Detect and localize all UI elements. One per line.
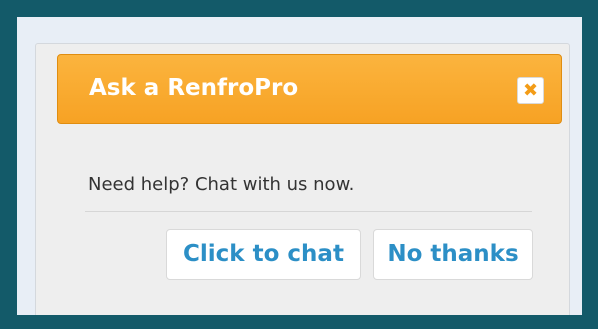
- close-button[interactable]: ✖: [517, 77, 544, 104]
- close-icon: ✖: [522, 79, 539, 101]
- help-message: Need help? Chat with us now.: [88, 174, 355, 195]
- click-to-chat-button[interactable]: Click to chat: [166, 229, 361, 280]
- page-background: Ask a RenfroPro ✖ Need help? Chat with u…: [17, 17, 582, 315]
- dialog-title: Ask a RenfroPro: [89, 75, 299, 101]
- no-thanks-button[interactable]: No thanks: [373, 229, 533, 280]
- divider: [85, 211, 532, 212]
- dialog-header: Ask a RenfroPro ✖: [57, 54, 562, 124]
